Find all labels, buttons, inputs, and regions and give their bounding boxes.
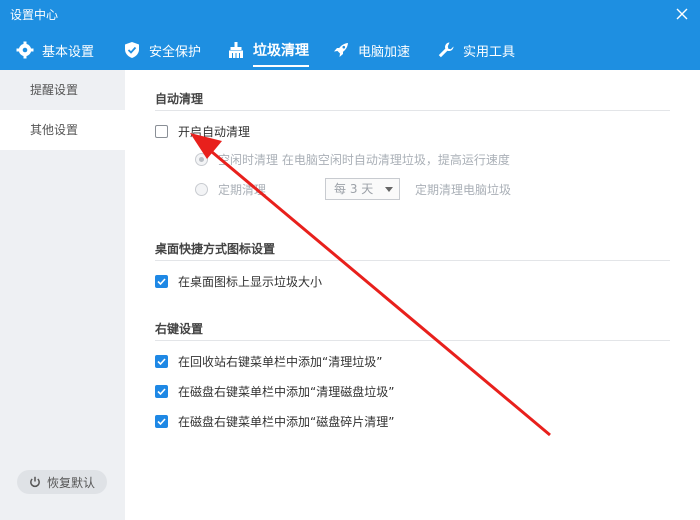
- tab-basic-settings[interactable]: 基本设置: [16, 30, 94, 70]
- scheduled-clean-description: 定期清理电脑垃圾: [415, 181, 511, 198]
- show-junk-size-option: 在桌面图标上显示垃圾大小: [155, 273, 322, 290]
- wrench-icon: [438, 42, 454, 58]
- context-menu-heading: 右键设置: [155, 322, 204, 336]
- tab-label: 实用工具: [463, 44, 516, 60]
- restore-defaults-label: 恢复默认: [46, 475, 95, 490]
- recycle-bin-clean-checkbox[interactable]: [155, 355, 168, 368]
- close-icon: [676, 8, 688, 20]
- desktop-shortcut-heading: 桌面快捷方式图标设置: [155, 242, 276, 256]
- dropdown-arrow-icon: [385, 187, 393, 192]
- tab-utilities[interactable]: 实用工具: [437, 30, 515, 70]
- context-menu-option: 在磁盘右键菜单栏中添加“清理磁盘垃圾”: [155, 383, 394, 400]
- tab-label: 安全保护: [149, 44, 202, 60]
- defrag-label: 在磁盘右键菜单栏中添加“磁盘碎片清理”: [178, 415, 395, 429]
- auto-clean-label: 开启自动清理: [178, 125, 251, 139]
- tab-pc-speedup[interactable]: 电脑加速: [332, 30, 410, 70]
- auto-clean-checkbox[interactable]: [155, 125, 168, 138]
- context-menu-option: 在回收站右键菜单栏中添加“清理垃圾”: [155, 353, 382, 370]
- show-junk-size-label: 在桌面图标上显示垃圾大小: [178, 275, 323, 289]
- recycle-bin-clean-label: 在回收站右键菜单栏中添加“清理垃圾”: [178, 355, 383, 369]
- checkmark-icon: [157, 278, 166, 286]
- auto-clean-option: 开启自动清理: [155, 123, 250, 140]
- divider: [155, 340, 670, 341]
- sidebar-item-other-settings[interactable]: 其他设置: [0, 110, 125, 150]
- tab-security[interactable]: 安全保护: [123, 30, 201, 70]
- disk-clean-checkbox[interactable]: [155, 385, 168, 398]
- idle-clean-radio[interactable]: [195, 153, 208, 166]
- rocket-icon: [334, 43, 348, 57]
- checkmark-icon: [157, 418, 166, 426]
- broom-icon: [229, 42, 243, 58]
- shield-icon: [125, 42, 139, 58]
- scheduled-clean-option: 定期清理: [195, 181, 266, 198]
- checkmark-icon: [157, 358, 166, 366]
- clean-interval-value: 每 3 天: [334, 182, 374, 196]
- show-junk-size-checkbox[interactable]: [155, 275, 168, 288]
- gear-icon: [16, 41, 34, 59]
- defrag-checkbox[interactable]: [155, 415, 168, 428]
- checkmark-icon: [157, 388, 166, 396]
- divider: [155, 260, 670, 261]
- close-button[interactable]: [672, 4, 692, 24]
- tab-label: 电脑加速: [358, 44, 411, 60]
- tab-label: 基本设置: [42, 44, 95, 60]
- window-title: 设置中心: [10, 8, 59, 22]
- disk-clean-label: 在磁盘右键菜单栏中添加“清理磁盘垃圾”: [178, 385, 395, 399]
- restore-defaults-button[interactable]: 恢复默认: [17, 470, 107, 494]
- settings-panel: 自动清理 开启自动清理 空闲时清理 在电脑空闲时自动清理垃圾，提高运行速度 定期…: [125, 70, 700, 520]
- sidebar: 提醒设置 其他设置 恢复默认: [0, 70, 125, 520]
- idle-clean-label: 空闲时清理 在电脑空闲时自动清理垃圾，提高运行速度: [218, 153, 510, 167]
- scheduled-clean-label: 定期清理: [218, 183, 267, 197]
- tab-junk-cleanup[interactable]: 垃圾清理: [227, 30, 309, 70]
- auto-clean-heading: 自动清理: [155, 92, 204, 106]
- divider: [155, 110, 670, 111]
- scheduled-clean-desc: 定期清理电脑垃圾: [415, 183, 512, 197]
- tab-bar: 基本设置 安全保护 垃圾清理 电脑加速 实用工具: [0, 30, 700, 70]
- clean-interval-select[interactable]: 每 3 天: [325, 178, 400, 200]
- idle-clean-option: 空闲时清理 在电脑空闲时自动清理垃圾，提高运行速度: [195, 151, 510, 168]
- power-icon: [30, 476, 40, 488]
- title-bar: 设置中心 基本设置 安全保护 垃圾清理 电脑加速 实用工具: [0, 0, 700, 70]
- scheduled-clean-radio[interactable]: [195, 183, 208, 196]
- context-menu-option: 在磁盘右键菜单栏中添加“磁盘碎片清理”: [155, 413, 394, 430]
- sidebar-item-reminder-settings[interactable]: 提醒设置: [0, 70, 125, 110]
- tab-label: 垃圾清理: [253, 43, 309, 59]
